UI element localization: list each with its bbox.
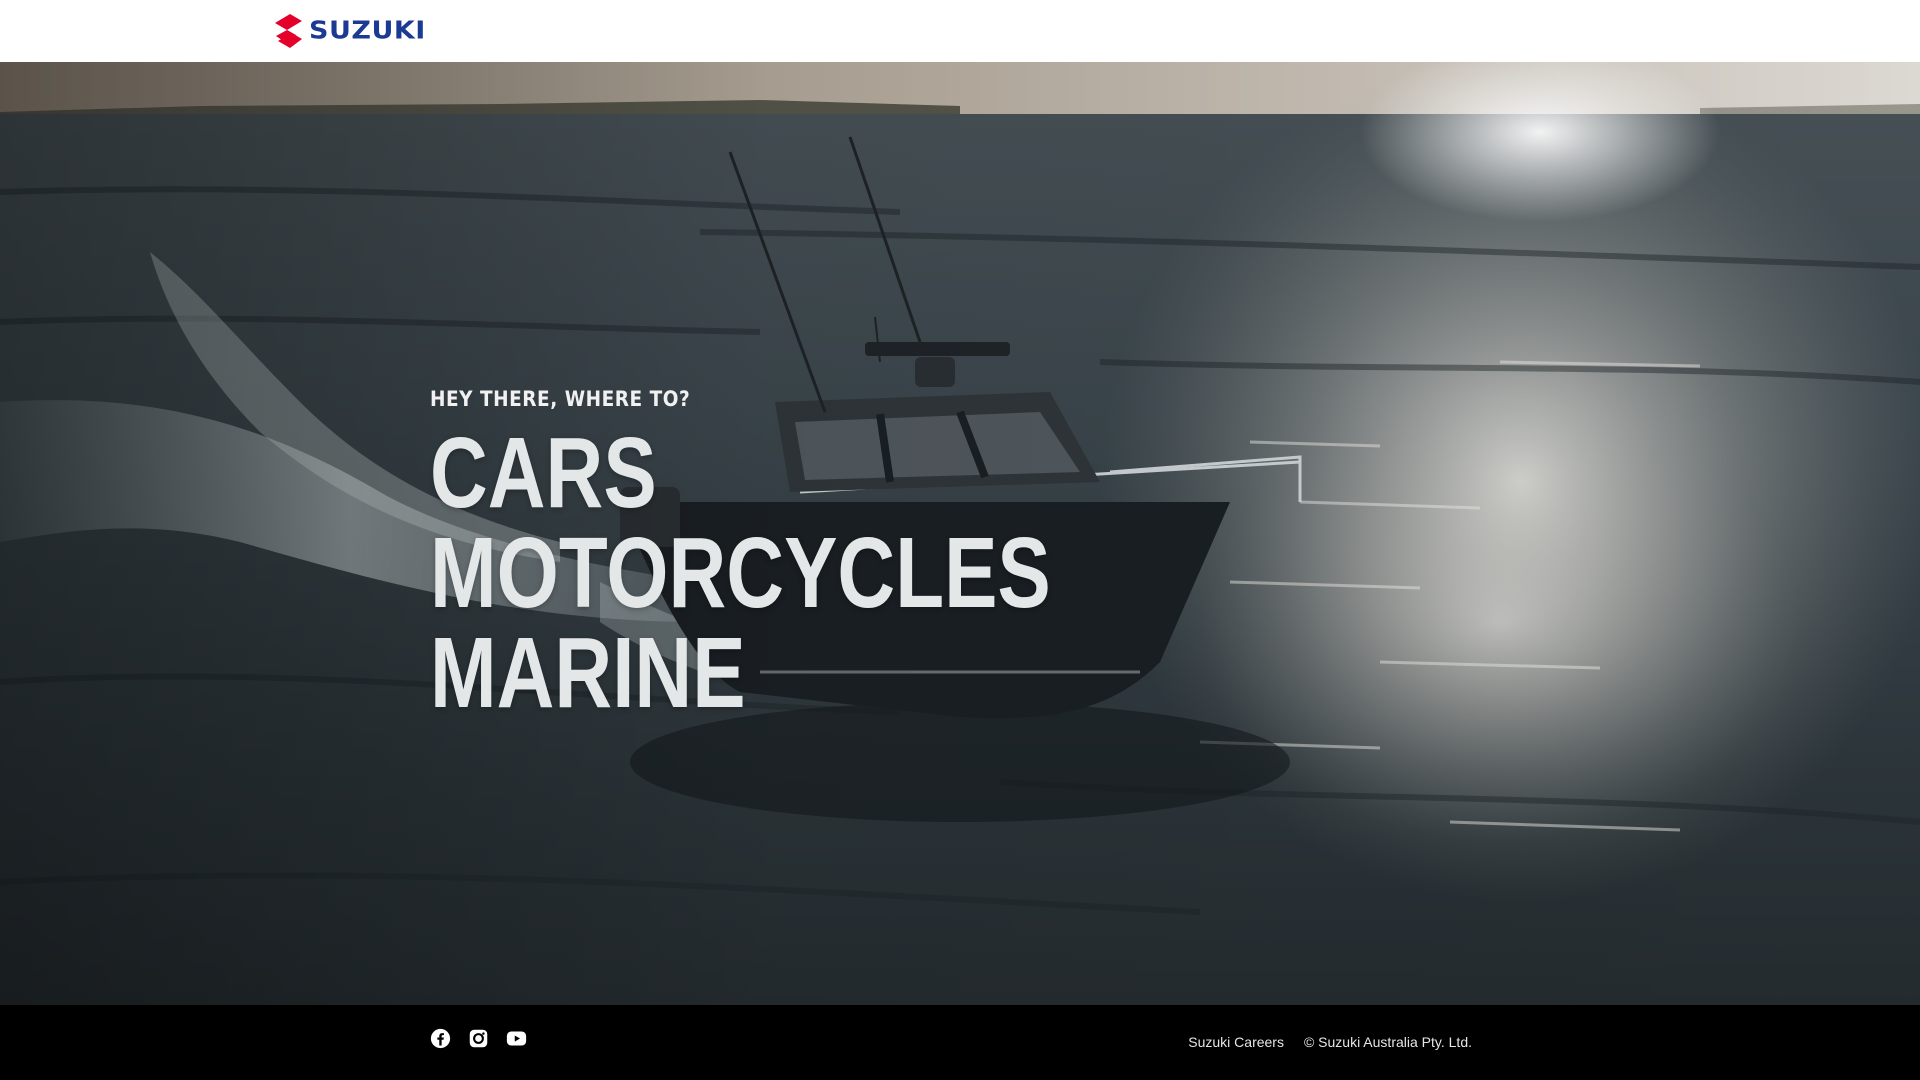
brand-wordmark: SUZUKI — [309, 16, 426, 45]
hero-link-item: CARS — [430, 423, 1206, 523]
motorcycles-link[interactable]: MOTORCYCLES — [430, 523, 1051, 623]
youtube-icon — [506, 1031, 527, 1046]
hero-links: CARS MOTORCYCLES MARINE — [430, 423, 1206, 723]
copyright-text: © Suzuki Australia Pty. Ltd. — [1303, 1034, 1472, 1050]
suzuki-s-icon — [275, 14, 302, 48]
youtube-link[interactable] — [506, 1028, 527, 1049]
social-links — [430, 1028, 527, 1049]
facebook-icon — [430, 1028, 451, 1049]
suzuki-logo-link[interactable]: SUZUKI — [273, 14, 426, 48]
site-footer: Suzuki Careers © Suzuki Australia Pty. L… — [0, 1005, 1920, 1080]
hero-link-item: MOTORCYCLES — [430, 523, 1206, 623]
facebook-link[interactable] — [430, 1028, 451, 1049]
hero-content: HEY THERE, WHERE TO? CARS MOTORCYCLES MA… — [430, 387, 1206, 723]
hero-section: HEY THERE, WHERE TO? CARS MOTORCYCLES MA… — [0, 62, 1920, 1005]
hero-eyebrow: HEY THERE, WHERE TO? — [430, 387, 691, 411]
hero-link-item: MARINE — [430, 623, 1206, 723]
instagram-link[interactable] — [468, 1028, 489, 1049]
page: SUZUKI HEY THERE, WHERE TO? CARS MOTORCY… — [0, 0, 1920, 1080]
cars-link[interactable]: CARS — [430, 423, 1051, 523]
instagram-icon — [469, 1029, 488, 1048]
marine-link[interactable]: MARINE — [430, 623, 1051, 723]
site-header: SUZUKI — [0, 0, 1920, 62]
careers-link[interactable]: Suzuki Careers — [1188, 1034, 1284, 1050]
footer-links: Suzuki Careers © Suzuki Australia Pty. L… — [1188, 1034, 1472, 1050]
